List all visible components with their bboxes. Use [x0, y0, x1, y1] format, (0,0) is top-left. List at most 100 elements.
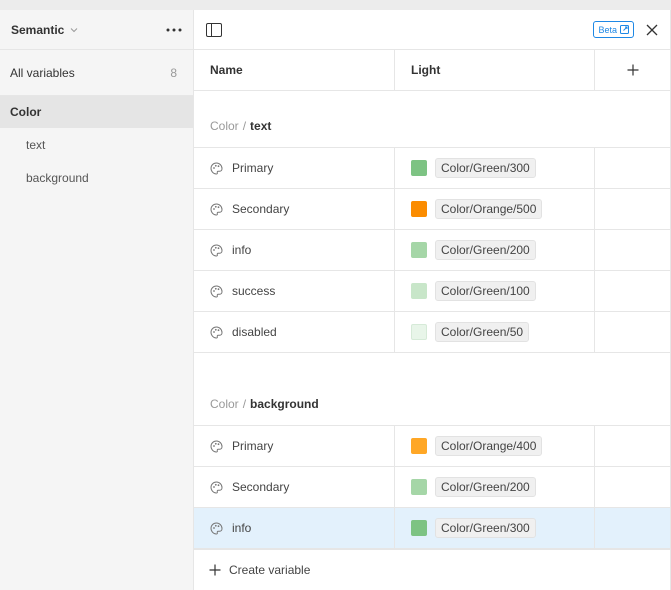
- sidebar-item-label: background: [26, 170, 89, 185]
- variable-row[interactable]: Secondary Color/Orange/500: [194, 189, 670, 230]
- color-swatch: [411, 324, 427, 340]
- create-variable-button[interactable]: Create variable: [194, 549, 670, 590]
- alias-pill[interactable]: Color/Orange/500: [435, 199, 543, 219]
- variable-value-cell[interactable]: Color/Green/100: [395, 271, 595, 311]
- variable-name-cell[interactable]: Secondary: [194, 467, 395, 507]
- variable-row[interactable]: info Color/Green/300: [194, 508, 670, 549]
- variable-name: Secondary: [232, 202, 290, 216]
- color-swatch: [411, 520, 427, 536]
- window-top-edge: [0, 0, 671, 10]
- sidebar-header: Semantic: [0, 10, 193, 50]
- variable-value-cell[interactable]: Color/Green/300: [395, 148, 595, 188]
- variable-name: Secondary: [232, 480, 290, 494]
- palette-icon: [210, 161, 223, 175]
- beta-badge[interactable]: Beta: [593, 21, 634, 38]
- empty-mode-cell: [595, 508, 670, 548]
- empty-mode-cell: [595, 312, 670, 352]
- close-icon[interactable]: [646, 24, 658, 36]
- sidebar-group-label: Color: [10, 105, 42, 119]
- variables-table-panel: Beta Name Light Color / text Primary Color/G…: [194, 10, 671, 590]
- variable-name-cell[interactable]: info: [194, 230, 395, 270]
- variable-row[interactable]: Primary Color/Orange/400: [194, 426, 670, 467]
- all-variables-item[interactable]: All variables 8: [0, 50, 193, 96]
- toggle-sidebar-icon[interactable]: [206, 22, 222, 37]
- column-header-name: Name: [194, 50, 395, 90]
- palette-icon: [210, 202, 223, 216]
- variable-value-cell[interactable]: Color/Orange/500: [395, 189, 595, 229]
- variable-name: Primary: [232, 161, 274, 175]
- palette-icon: [210, 480, 223, 494]
- beta-label: Beta: [598, 24, 617, 35]
- create-variable-label: Create variable: [229, 563, 311, 577]
- variable-name-cell[interactable]: disabled: [194, 312, 395, 352]
- collection-selector[interactable]: Semantic: [11, 23, 78, 37]
- plus-icon: [627, 64, 638, 76]
- variable-name: info: [232, 243, 252, 257]
- alias-pill[interactable]: Color/Green/300: [435, 158, 536, 178]
- group-header-text: Color / text: [194, 91, 670, 148]
- alias-pill[interactable]: Color/Green/50: [435, 322, 530, 342]
- variable-name-cell[interactable]: info: [194, 508, 395, 548]
- collections-sidebar: Semantic All variables 8 Color text back…: [0, 10, 194, 590]
- main-toolbar: Beta: [194, 10, 670, 50]
- sidebar-group-color[interactable]: Color: [0, 96, 193, 128]
- variable-value-cell[interactable]: Color/Green/200: [395, 467, 595, 507]
- table-body: Color / text Primary Color/Green/300 Secondar…: [194, 91, 670, 549]
- empty-mode-cell: [595, 148, 670, 188]
- alias-pill[interactable]: Color/Orange/400: [435, 436, 543, 456]
- sidebar-item-text[interactable]: text: [0, 128, 193, 161]
- group-separator: /: [242, 397, 247, 411]
- variable-row[interactable]: Secondary Color/Green/200: [194, 467, 670, 508]
- variable-row[interactable]: Primary Color/Green/300: [194, 148, 670, 189]
- group-header-background: Color / background: [194, 369, 670, 426]
- add-mode-button[interactable]: [595, 50, 670, 90]
- alias-pill[interactable]: Color/Green/300: [435, 518, 536, 538]
- group-name: text: [250, 119, 272, 133]
- variable-name: success: [232, 284, 276, 298]
- palette-icon: [210, 284, 223, 298]
- chevron-down-icon: [70, 27, 78, 33]
- variable-value-cell[interactable]: Color/Orange/400: [395, 426, 595, 466]
- variable-row[interactable]: disabled Color/Green/50: [194, 312, 670, 353]
- plus-icon: [209, 564, 221, 576]
- alias-pill[interactable]: Color/Green/200: [435, 240, 536, 260]
- group-prefix: Color: [210, 397, 239, 411]
- empty-mode-cell: [595, 271, 670, 311]
- variable-name-cell[interactable]: Secondary: [194, 189, 395, 229]
- alias-pill[interactable]: Color/Green/200: [435, 477, 536, 497]
- variable-value-cell[interactable]: Color/Green/200: [395, 230, 595, 270]
- empty-mode-cell: [595, 467, 670, 507]
- variable-value-cell[interactable]: Color/Green/50: [395, 312, 595, 352]
- variable-row[interactable]: success Color/Green/100: [194, 271, 670, 312]
- all-variables-count: 8: [170, 65, 177, 80]
- palette-icon: [210, 521, 223, 535]
- palette-icon: [210, 243, 223, 257]
- variable-name-cell[interactable]: success: [194, 271, 395, 311]
- column-header-light[interactable]: Light: [395, 50, 595, 90]
- collection-name: Semantic: [11, 22, 65, 37]
- table-header: Name Light: [194, 50, 670, 91]
- variable-row[interactable]: info Color/Green/200: [194, 230, 670, 271]
- sidebar-item-label: text: [26, 137, 46, 152]
- color-swatch: [411, 283, 427, 299]
- more-options-icon[interactable]: [166, 24, 182, 36]
- variables-window: Semantic All variables 8 Color text back…: [0, 0, 671, 590]
- color-swatch: [411, 160, 427, 176]
- variable-name-cell[interactable]: Primary: [194, 426, 395, 466]
- variable-name: info: [232, 521, 252, 535]
- all-variables-label: All variables: [10, 65, 75, 80]
- color-swatch: [411, 479, 427, 495]
- palette-icon: [210, 439, 223, 453]
- empty-mode-cell: [595, 230, 670, 270]
- color-swatch: [411, 242, 427, 258]
- empty-mode-cell: [595, 189, 670, 229]
- sidebar-item-background[interactable]: background: [0, 161, 193, 194]
- group-separator: /: [242, 119, 247, 133]
- variable-name-cell[interactable]: Primary: [194, 148, 395, 188]
- variable-name: Primary: [232, 439, 274, 453]
- variable-name: disabled: [232, 325, 277, 339]
- alias-pill[interactable]: Color/Green/100: [435, 281, 536, 301]
- variable-value-cell[interactable]: Color/Green/300: [395, 508, 595, 548]
- group-prefix: Color: [210, 119, 239, 133]
- external-link-icon: [620, 25, 629, 34]
